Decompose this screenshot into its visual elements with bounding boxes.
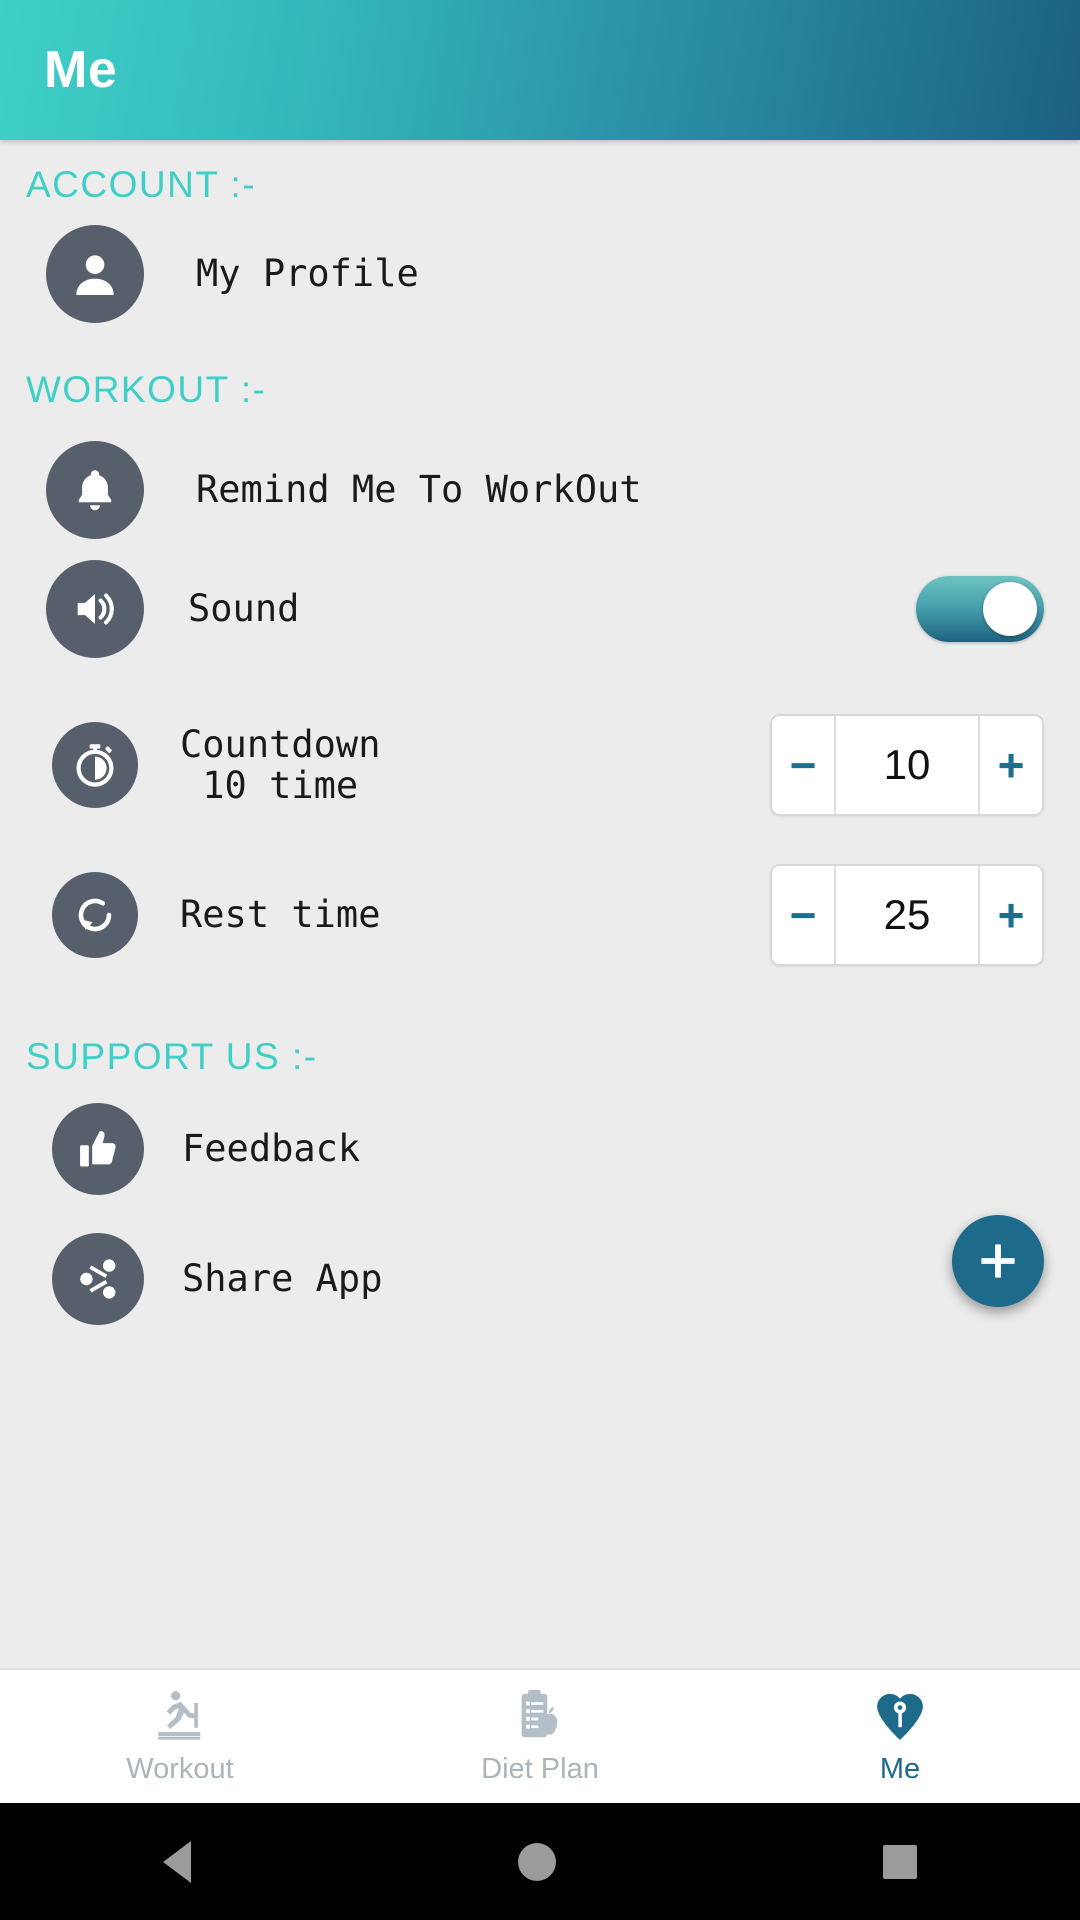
restore-icon [52, 872, 138, 958]
settings-scroll-area[interactable]: ACCOUNT :- My Profile WORKOUT :- Remind … [0, 140, 1080, 1668]
countdown-label-line1: Countdown [180, 722, 381, 766]
row-label-sound: Sound [188, 587, 300, 631]
person-icon [46, 225, 144, 323]
countdown-value[interactable]: 10 [836, 716, 978, 814]
row-remind-me-to-workout[interactable]: Remind Me To WorkOut [0, 438, 1080, 542]
section-header-account: ACCOUNT :- [26, 164, 257, 205]
countdown-label-line2: 10 time [202, 764, 359, 807]
countdown-decrement-button[interactable]: − [772, 716, 836, 814]
row-sound[interactable]: Sound [0, 557, 1080, 661]
share-icon [52, 1233, 144, 1325]
add-fab-button[interactable] [952, 1215, 1044, 1307]
row-label-my-profile: My Profile [196, 252, 419, 296]
rest-time-increment-button[interactable]: + [978, 866, 1042, 964]
page-title: Me [44, 41, 118, 99]
sound-toggle[interactable] [916, 576, 1044, 642]
row-label-rest-time: Rest time [180, 893, 381, 937]
heart-person-icon [877, 1693, 923, 1741]
row-share-app[interactable]: Share App [0, 1225, 1080, 1333]
toggle-knob [983, 582, 1037, 636]
bell-icon [46, 441, 144, 539]
section-header-support-us: SUPPORT US :- [26, 1036, 318, 1077]
nav-tab-me[interactable]: Me [720, 1670, 1080, 1803]
home-circle-icon[interactable] [517, 1842, 556, 1881]
countdown-stepper[interactable]: − 10 + [770, 714, 1044, 816]
rest-time-stepper[interactable]: − 25 + [770, 864, 1044, 966]
row-label-countdown: Countdown 10 time [180, 722, 381, 807]
row-rest-time[interactable]: Rest time − 25 + [0, 855, 1080, 975]
countdown-increment-button[interactable]: + [978, 716, 1042, 814]
row-label-remind-me-to-workout: Remind Me To WorkOut [196, 468, 642, 512]
recents-square-icon[interactable] [882, 1844, 917, 1879]
app-screen: Me ACCOUNT :- My Profile WORKOUT :- Remi… [0, 0, 1080, 1920]
row-label-share-app: Share App [182, 1257, 383, 1301]
section-header-workout: WORKOUT :- [26, 369, 267, 410]
plus-icon [981, 1244, 1015, 1278]
rest-time-decrement-button[interactable]: − [772, 866, 836, 964]
nav-tab-diet-plan[interactable]: Diet Plan [360, 1670, 720, 1803]
back-triangle-icon[interactable] [163, 1840, 192, 1883]
nav-label-diet-plan: Diet Plan [481, 1753, 599, 1785]
treadmill-icon [158, 1691, 201, 1740]
stopwatch-icon [52, 722, 138, 808]
thumbs-up-icon [52, 1103, 144, 1195]
nav-label-me: Me [879, 1753, 921, 1785]
system-navigation-bar [0, 1803, 1080, 1920]
app-bar: Me [0, 0, 1080, 140]
row-countdown[interactable]: Countdown 10 time − 10 + [0, 705, 1080, 825]
clipboard-apple-icon [521, 1689, 558, 1738]
row-my-profile[interactable]: My Profile [0, 222, 1080, 326]
rest-time-value[interactable]: 25 [836, 866, 978, 964]
nav-tab-workout[interactable]: Workout [0, 1670, 360, 1803]
row-feedback[interactable]: Feedback [0, 1095, 1080, 1203]
nav-label-workout: Workout [126, 1753, 234, 1785]
bottom-navigation: Workout Diet Plan Me [0, 1668, 1080, 1803]
volume-icon [46, 560, 144, 658]
row-label-feedback: Feedback [182, 1127, 361, 1171]
